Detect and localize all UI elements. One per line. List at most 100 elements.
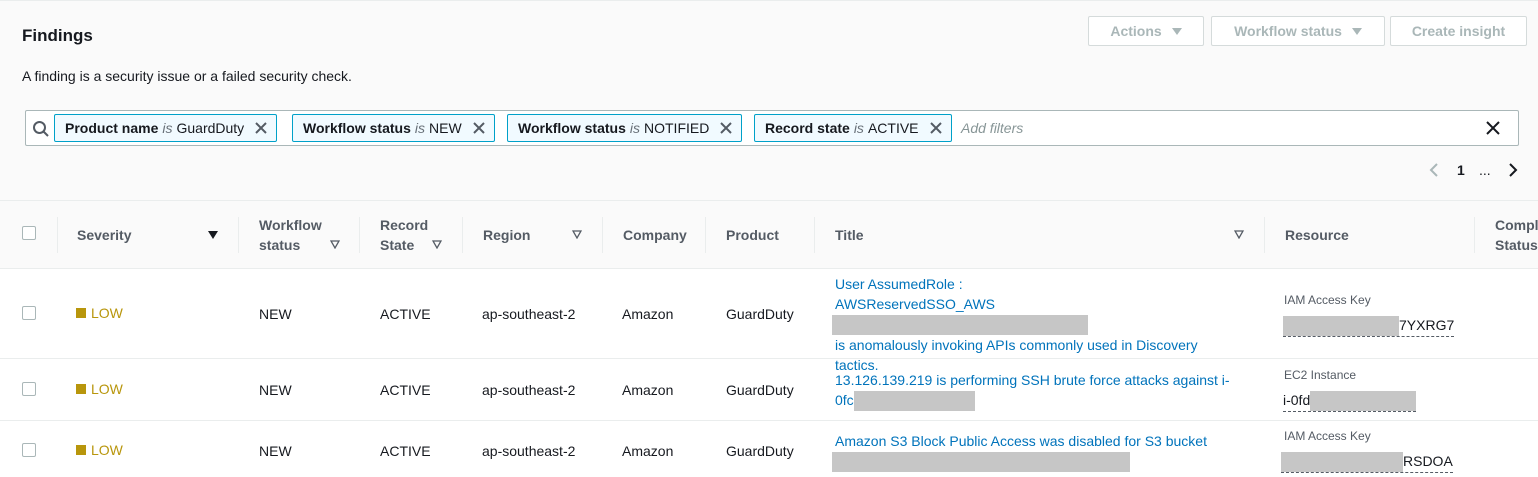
severity-label: LOW	[91, 442, 123, 458]
filter-bar[interactable]: Product name is GuardDuty Workflow statu…	[25, 110, 1519, 146]
caret-down-icon	[1171, 27, 1182, 35]
filter-token-product-name[interactable]: Product name is GuardDuty	[54, 114, 278, 142]
redacted-block	[1283, 316, 1399, 337]
column-divider	[1474, 217, 1475, 253]
search-icon	[33, 121, 49, 137]
severity-label: LOW	[91, 381, 123, 397]
title-line: 0fc	[835, 390, 1255, 412]
severity-square-icon	[76, 308, 86, 318]
remove-filter-icon[interactable]	[929, 121, 943, 135]
workflow-status-button[interactable]: Workflow status	[1211, 16, 1385, 46]
resource-id-link[interactable]: RSDOA	[1281, 452, 1453, 474]
column-label: Status	[1495, 237, 1538, 253]
column-divider	[602, 217, 603, 253]
row-checkbox[interactable]	[22, 382, 36, 396]
finding-title-link[interactable]: Amazon S3 Block Public Access was disabl…	[832, 431, 1255, 473]
create-insight-button-label: Create insight	[1411, 23, 1506, 39]
page-ellipsis: ...	[1479, 162, 1491, 178]
column-label: Workflow	[259, 217, 322, 233]
severity-square-icon	[76, 384, 86, 394]
region-cell: ap-southeast-2	[482, 382, 576, 398]
column-header-workflow-status[interactable]: Workflow status	[259, 215, 322, 255]
table-row[interactable]: LOW NEW ACTIVE ap-southeast-2 Amazon Gua…	[0, 269, 1538, 373]
filter-operator: is	[853, 120, 864, 136]
column-label: Company	[623, 227, 687, 243]
column-divider	[359, 217, 360, 253]
filter-value: NEW	[429, 120, 462, 136]
record-state-cell: ACTIVE	[380, 306, 431, 322]
clear-filters-icon[interactable]	[1486, 121, 1500, 135]
row-checkbox[interactable]	[22, 443, 36, 457]
redacted-block	[832, 452, 1130, 473]
column-label: Compl	[1495, 217, 1538, 233]
add-filters-input[interactable]: Add filters	[961, 120, 1023, 136]
severity-badge: LOW	[76, 305, 123, 321]
filter-triangle-icon[interactable]	[572, 230, 582, 239]
product-cell: GuardDuty	[726, 382, 794, 398]
column-label: status	[259, 237, 301, 253]
filter-key: Workflow status	[518, 120, 626, 136]
workflow-status-cell: NEW	[259, 382, 292, 398]
column-header-compliance-status[interactable]: Compl Status	[1495, 215, 1538, 255]
column-header-company[interactable]: Company	[623, 201, 687, 269]
title-line: is anomalously invoking APIs commonly us…	[835, 337, 1198, 354]
column-header-region[interactable]: Region	[483, 201, 530, 269]
filter-operator: is	[162, 120, 173, 136]
record-state-cell: ACTIVE	[380, 443, 431, 459]
select-all-checkbox[interactable]	[22, 226, 36, 240]
resource-type: EC2 Instance	[1284, 368, 1357, 382]
remove-filter-icon[interactable]	[254, 121, 268, 135]
filter-value: NOTIFIED	[644, 120, 710, 136]
resource-type: IAM Access Key	[1284, 429, 1371, 443]
chevron-left-icon[interactable]	[1428, 161, 1440, 179]
chevron-right-icon[interactable]	[1507, 161, 1519, 179]
page-description: A finding is a security issue or a faile…	[22, 68, 352, 84]
row-checkbox[interactable]	[22, 306, 36, 320]
filter-token-workflow-new[interactable]: Workflow status is NEW	[292, 114, 495, 142]
actions-button-label: Actions	[1110, 23, 1162, 39]
actions-button[interactable]: Actions	[1088, 16, 1204, 46]
title-segment: 0fc	[835, 392, 854, 408]
remove-filter-icon[interactable]	[472, 121, 486, 135]
severity-badge: LOW	[76, 381, 123, 397]
filter-token-workflow-notified[interactable]: Workflow status is NOTIFIED	[507, 114, 743, 142]
resource-id-link[interactable]: i-0fd	[1283, 391, 1417, 413]
column-label: Severity	[77, 227, 132, 243]
filter-token-record-state[interactable]: Record state is ACTIVE	[754, 114, 952, 142]
filter-triangle-icon[interactable]	[1234, 230, 1244, 239]
title-line	[832, 451, 1255, 473]
company-cell: Amazon	[622, 306, 674, 322]
column-header-title[interactable]: Title	[835, 201, 864, 269]
column-header-record-state[interactable]: Record State	[380, 215, 428, 255]
filter-key: Workflow status	[303, 120, 411, 136]
table-row[interactable]: LOW NEW ACTIVE ap-southeast-2 Amazon Gua…	[0, 359, 1538, 421]
column-label: Region	[483, 227, 531, 243]
column-header-severity[interactable]: Severity	[77, 201, 131, 269]
column-divider	[705, 217, 706, 253]
findings-panel-header: Findings A finding is a security issue o…	[0, 0, 1538, 200]
filter-triangle-icon[interactable]	[432, 240, 442, 249]
sort-descending-icon[interactable]	[208, 231, 218, 239]
severity-label: LOW	[91, 305, 123, 321]
column-divider	[462, 217, 463, 253]
column-label: Resource	[1285, 227, 1349, 243]
filter-value: ACTIVE	[867, 120, 919, 136]
column-label: Title	[835, 227, 864, 243]
company-cell: Amazon	[622, 382, 674, 398]
column-label: Record	[380, 217, 429, 233]
resource-id-link[interactable]: 7YXRG7	[1283, 316, 1455, 338]
redacted-block	[1281, 452, 1403, 473]
column-header-product[interactable]: Product	[726, 201, 779, 269]
finding-title-link[interactable]: 13.126.139.219 is performing SSH brute f…	[835, 370, 1255, 412]
product-cell: GuardDuty	[726, 306, 794, 322]
region-cell: ap-southeast-2	[482, 306, 576, 322]
column-header-resource[interactable]: Resource	[1285, 201, 1349, 269]
resource-type: IAM Access Key	[1284, 293, 1371, 307]
page-number[interactable]: 1	[1457, 162, 1465, 178]
filter-triangle-icon[interactable]	[330, 240, 340, 249]
resource-id-prefix: i-0fd	[1283, 392, 1311, 408]
resource-id-suffix: 7YXRG7	[1399, 317, 1455, 333]
table-row[interactable]: LOW NEW ACTIVE ap-southeast-2 Amazon Gua…	[0, 421, 1538, 477]
create-insight-button[interactable]: Create insight	[1390, 16, 1527, 46]
remove-filter-icon[interactable]	[719, 121, 733, 135]
